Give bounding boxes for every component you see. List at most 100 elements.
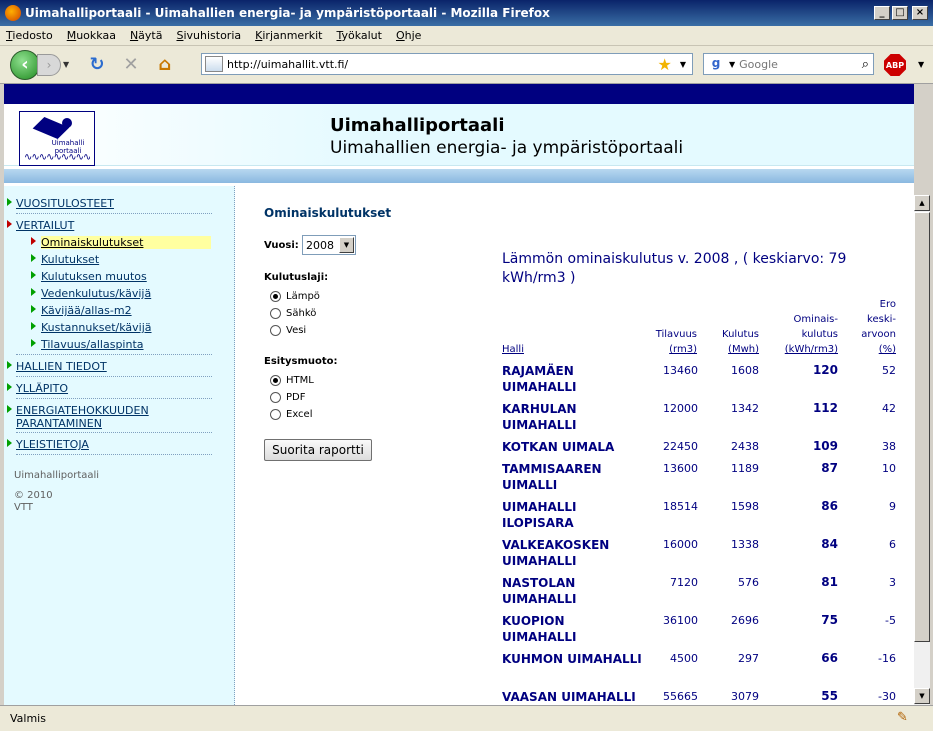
menu-nayta[interactable]: Näytä xyxy=(130,29,163,42)
cell-tilavuus: 55665 xyxy=(663,690,698,703)
header-tilavuus[interactable]: Tilavuus (rm3) xyxy=(639,327,697,357)
header-kulutus[interactable]: Kulutus (Mwh) xyxy=(707,327,759,357)
site-identity-icon[interactable] xyxy=(205,56,223,72)
address-bar[interactable]: http://uimahallit.vtt.fi/ ★ ▼ xyxy=(201,53,693,75)
vertical-scrollbar[interactable]: ▲ ▼ xyxy=(914,195,930,705)
cell-kulutus: 1598 xyxy=(731,500,759,513)
history-dropdown-icon[interactable]: ▼ xyxy=(63,60,73,69)
cell-halli: VAASAN UIMAHALLI xyxy=(502,690,636,704)
adblock-dropdown-icon[interactable]: ▼ xyxy=(918,60,924,69)
radio-sahko[interactable]: Sähkö xyxy=(270,308,316,319)
waves-icon: ∿∿∿∿∿∿∿∿∿∿ xyxy=(24,154,90,162)
radio-pdf[interactable]: PDF xyxy=(270,392,305,403)
cell-halli: TAMMISAAREN UIMALLI xyxy=(502,462,602,492)
sidebar-item-yleistietoja[interactable]: YLEISTIETOJA xyxy=(7,438,89,451)
radio-pdf-dot[interactable] xyxy=(270,392,281,403)
scroll-thumb[interactable] xyxy=(914,212,930,642)
cell-kulutus: 2438 xyxy=(731,440,759,453)
sidebar-subitem-kavijaa-allas[interactable]: Kävijää/allas-m2 xyxy=(31,304,132,317)
cell-ominaiskulutus: 66 xyxy=(821,651,838,665)
sidebar-item-energiatehokkuus[interactable]: ENERGIATEHOKKUUDEN PARANTAMINEN xyxy=(7,404,166,430)
navigation-toolbar: ‹ › ▼ ↻ ✕ ⌂ http://uimahallit.vtt.fi/ ★ … xyxy=(0,46,933,84)
back-arrow-icon: ‹ xyxy=(21,54,29,75)
year-label: Vuosi: xyxy=(264,240,299,251)
close-button[interactable]: × xyxy=(912,6,928,20)
stop-button[interactable]: ✕ xyxy=(119,53,143,77)
url-text[interactable]: http://uimahallit.vtt.fi/ xyxy=(227,58,658,71)
reload-button[interactable]: ↻ xyxy=(85,53,109,77)
sidebar-subitem-tilavuus[interactable]: Tilavuus/allaspinta xyxy=(31,338,144,351)
chevron-down-icon[interactable]: ▼ xyxy=(339,237,354,253)
search-input[interactable] xyxy=(739,57,862,71)
sidebar-item-vuositulosteet[interactable]: VUOSITULOSTEET xyxy=(7,197,114,210)
url-dropdown-icon[interactable]: ▼ xyxy=(680,60,686,69)
sidebar-subitem-kustannukset[interactable]: Kustannukset/kävijä xyxy=(31,321,152,334)
scroll-up-button[interactable]: ▲ xyxy=(914,195,930,211)
site-logo[interactable]: Uimahalli portaali ∿∿∿∿∿∿∿∿∿∿ xyxy=(19,111,95,166)
home-icon: ⌂ xyxy=(158,54,172,75)
cell-ero: 9 xyxy=(889,500,896,513)
window-title: Uimahalliportaali - Uimahallien energia-… xyxy=(25,6,550,20)
home-button[interactable]: ⌂ xyxy=(153,53,177,77)
menu-muokkaa[interactable]: Muokkaa xyxy=(67,29,116,42)
year-select[interactable]: 2008 ▼ xyxy=(302,235,356,255)
sidebar-item-yllapito[interactable]: YLLÄPITO xyxy=(6,382,68,395)
menu-kirjanmerkit[interactable]: Kirjanmerkit xyxy=(255,29,322,42)
search-bar[interactable]: g ▼ ⌕ xyxy=(703,53,874,75)
maximize-button[interactable]: □ xyxy=(892,6,908,20)
radio-excel-dot[interactable] xyxy=(270,409,281,420)
header-ero-line1: Ero xyxy=(879,299,896,310)
header-ero[interactable]: Ero keski- arvoon (%) xyxy=(850,297,896,357)
status-bar: Valmis ✎ xyxy=(0,705,933,731)
radio-lampo[interactable]: Lämpö xyxy=(270,291,320,302)
cell-ero: -5 xyxy=(885,614,896,627)
run-report-button[interactable]: Suorita raportti xyxy=(264,439,372,461)
header-ominaiskulutus[interactable]: Ominais- kulutus (kWh/rm3) xyxy=(772,312,838,357)
cell-tilavuus: 13600 xyxy=(663,462,698,475)
adblock-plus-icon[interactable]: ABP xyxy=(884,54,906,76)
header-ero-line2: keski- xyxy=(867,314,896,325)
google-icon[interactable]: g xyxy=(707,56,725,72)
cell-tilavuus: 12000 xyxy=(663,402,698,415)
cell-ominaiskulutus: 120 xyxy=(812,363,838,377)
bookmark-star-icon[interactable]: ★ xyxy=(658,55,672,74)
radio-html[interactable]: HTML xyxy=(270,375,314,386)
sidebar-item-hallien-tiedot[interactable]: HALLIEN TIEDOT xyxy=(7,360,107,373)
radio-lampo-dot[interactable] xyxy=(270,291,281,302)
radio-excel[interactable]: Excel xyxy=(270,409,313,420)
radio-sahko-dot[interactable] xyxy=(270,308,281,319)
cell-ominaiskulutus: 87 xyxy=(821,461,838,475)
cell-kulutus: 2696 xyxy=(731,614,759,627)
window-titlebar: Uimahalliportaali - Uimahallien energia-… xyxy=(0,0,933,26)
sidebar-subitem-kulutukset[interactable]: Kulutukset xyxy=(30,253,99,266)
radio-html-dot[interactable] xyxy=(270,375,281,386)
page-viewport: Uimahalli portaali ∿∿∿∿∿∿∿∿∿∿ Uimahallip… xyxy=(4,84,914,705)
header-ero-line4: (%) xyxy=(878,344,896,355)
menu-ohje[interactable]: Ohje xyxy=(396,29,421,42)
radio-lampo-label: Lämpö xyxy=(286,291,320,302)
menu-sivuhistoria[interactable]: Sivuhistoria xyxy=(176,29,241,42)
sidebar-subitem-ominaiskulutukset[interactable]: Ominaiskulutukset xyxy=(31,236,211,249)
magnifier-icon[interactable]: ⌕ xyxy=(862,57,869,72)
search-engine-dropdown-icon[interactable]: ▼ xyxy=(729,60,735,69)
radio-vesi-dot[interactable] xyxy=(270,325,281,336)
radio-html-label: HTML xyxy=(286,375,314,386)
radio-vesi[interactable]: Vesi xyxy=(270,325,306,336)
menu-tiedosto[interactable]: Tiedosto xyxy=(6,29,53,42)
sidebar-subitem-vedenkulutus[interactable]: Vedenkulutus/kävijä xyxy=(30,287,151,300)
cell-halli: UIMAHALLI ILOPISARA xyxy=(502,500,577,530)
radio-sahko-label: Sähkö xyxy=(286,308,317,319)
cell-ominaiskulutus: 112 xyxy=(812,401,838,415)
sidebar-item-vertailut[interactable]: VERTAILUT xyxy=(6,219,74,232)
sidebar-divider xyxy=(16,354,212,355)
back-button[interactable]: ‹ xyxy=(10,49,40,80)
menu-tyokalut[interactable]: Työkalut xyxy=(336,29,382,42)
scroll-down-button[interactable]: ▼ xyxy=(914,688,930,704)
header-halli[interactable]: Halli xyxy=(502,342,524,357)
minimize-button[interactable]: _ xyxy=(874,6,890,20)
forward-button[interactable]: › xyxy=(37,53,61,76)
addon-status-icon[interactable]: ✎ xyxy=(897,710,913,726)
sidebar-subitem-kulutuksen-muutos[interactable]: Kulutuksen muutos xyxy=(31,270,147,283)
cell-ero: 42 xyxy=(882,402,896,415)
cell-halli: KOTKAN UIMALA xyxy=(502,440,615,454)
